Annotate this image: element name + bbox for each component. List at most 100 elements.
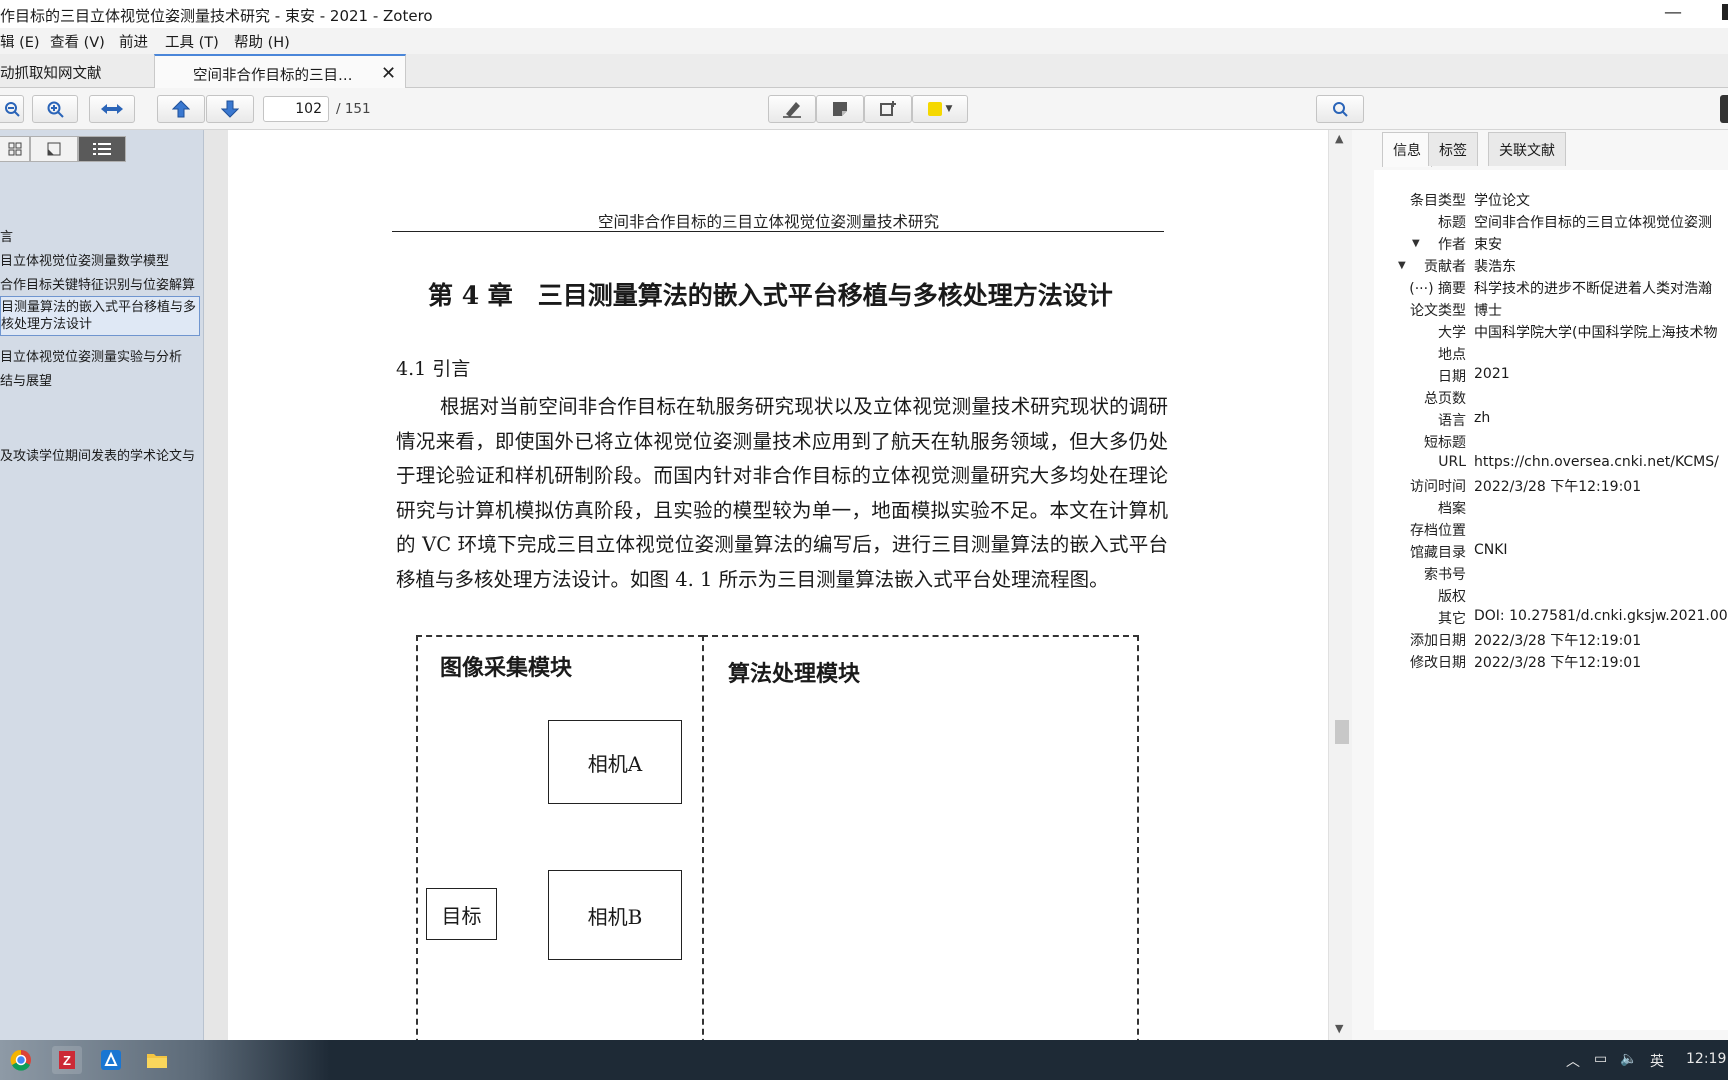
figure-processing-label: 算法处理模块 [728, 662, 861, 687]
zoom-out-icon [4, 102, 20, 117]
zoom-out-button[interactable] [0, 95, 24, 123]
annotations-view-button[interactable] [30, 136, 78, 162]
field-row: 其它 DOI: 10.27581/d.cnki.gksjw.2021.00 [1438, 608, 1728, 627]
field-row: 地点 [1438, 347, 1466, 363]
title-bar: 作目标的三目立体视觉位姿测量技术研究 - 束安 - 2021 - Zotero … [0, 0, 1728, 28]
field-row: 日期 2021 [1438, 366, 1510, 385]
pdf-page: 空间非合作目标的三目立体视觉位姿测量技术研究 第 4 章 三目测量算法的嵌入式平… [228, 130, 1328, 1040]
field-row: 版权 [1438, 589, 1466, 605]
outline-item[interactable]: 言 [0, 226, 13, 245]
item-info-pane: 信息 标签 关联文献 条目类型 学位论文 标题 空间非合作目标的三目立体视觉位姿测 … [1352, 130, 1728, 1040]
window-title: 作目标的三目立体视觉位姿测量技术研究 - 束安 - 2021 - Zotero [0, 7, 433, 25]
outline-view-button[interactable] [78, 136, 126, 162]
tab-reader-label: 空间非合作目标的三目… [193, 68, 353, 84]
chapter-title: 第 4 章 三目测量算法的嵌入式平台移植与多核处理方法设计 [428, 281, 1113, 310]
expand-triangle-icon[interactable]: ▼ [1412, 238, 1420, 249]
figure-module-left-frame [416, 635, 704, 1040]
field-row: ▼ 贡献者 裴浩东 [1398, 259, 1516, 275]
app-icon-blue[interactable] [96, 1046, 126, 1074]
next-page-button[interactable] [206, 95, 254, 123]
page-total: / 151 [336, 101, 371, 117]
tab-tags[interactable]: 标签 [1428, 132, 1478, 166]
tab-reader[interactable]: 空间非合作目标的三目… ✕ [154, 54, 406, 89]
arrow-down-icon [221, 100, 239, 118]
zoom-in-button[interactable] [32, 95, 78, 123]
chrome-app-icon[interactable] [6, 1046, 36, 1074]
arrow-up-icon [172, 100, 190, 118]
reader-sidebar: 言 目立体视觉位姿测量数学模型 合作目标关键特征识别与位姿解算 目测量算法的嵌入… [0, 130, 204, 1040]
os-taskbar: Z ︿ ▭ 🔈 英 12:19 [0, 1040, 1728, 1080]
tab-bar: 动抓取知网文献 空间非合作目标的三目… ✕ [0, 54, 1728, 89]
figure-target-box: 目标 [426, 888, 497, 940]
tab-related[interactable]: 关联文献 [1488, 132, 1566, 166]
color-swatch-icon [927, 102, 942, 116]
field-row: 总页数 [1424, 391, 1466, 407]
close-tab-icon[interactable]: ✕ [381, 63, 396, 84]
maximize-button[interactable] [1722, 4, 1728, 20]
tab-info[interactable]: 信息 [1382, 132, 1432, 167]
outline-item[interactable]: 目立体视觉位姿测量实验与分析 [0, 346, 182, 365]
expand-triangle-icon[interactable]: ▼ [1398, 260, 1406, 271]
thumbnails-view-button[interactable] [0, 136, 30, 162]
chrome-icon [10, 1049, 31, 1071]
clock[interactable]: 12:19 [1686, 1051, 1726, 1067]
body-paragraph: 根据对当前空间非合作目标在轨服务研究现状以及立体视觉测量技术研究现状的调研情况来… [396, 395, 1168, 591]
field-row: 论文类型 博士 [1410, 303, 1502, 319]
previous-page-button[interactable] [157, 95, 205, 123]
outline-item[interactable]: 及攻读学位期间发表的学术论文与 [0, 445, 195, 464]
document-viewer[interactable]: 空间非合作目标的三目立体视觉位姿测量技术研究 第 4 章 三目测量算法的嵌入式平… [204, 130, 1352, 1040]
area-tool-button[interactable] [864, 95, 912, 123]
toggle-pane-button[interactable] [1720, 95, 1728, 123]
volume-icon[interactable]: 🔈 [1620, 1051, 1637, 1067]
header-rule [392, 231, 1164, 232]
network-icon[interactable]: ▭ [1594, 1051, 1607, 1067]
tab-library-label: 动抓取知网文献 [0, 66, 102, 82]
info-fields: 条目类型 学位论文 标题 空间非合作目标的三目立体视觉位姿测 ▼ 作者 束安 ▼ 贡献者裴… [1374, 170, 1728, 1030]
tab-library[interactable]: 动抓取知网文献 [0, 54, 154, 88]
field-row: 档案 [1438, 501, 1466, 517]
highlight-tool-button[interactable] [768, 95, 816, 123]
tray-chevron-up-icon[interactable]: ︿ [1566, 1051, 1580, 1071]
menu-edit[interactable]: 辑 (E) [0, 31, 40, 52]
file-explorer-app-icon[interactable] [142, 1046, 172, 1074]
sidebar-view-switcher [0, 136, 128, 162]
ime-indicator[interactable]: 英 [1650, 1051, 1664, 1071]
menu-view[interactable]: 查看 (V) [50, 31, 105, 52]
field-row: 语言 zh [1438, 410, 1491, 429]
menu-bar: 辑 (E) 查看 (V) 前进 工具 (T) 帮助 (H) [0, 28, 1728, 54]
scroll-up-icon[interactable]: ▲ [1335, 132, 1343, 145]
menu-tools[interactable]: 工具 (T) [165, 31, 219, 52]
field-row: 大学 中国科学院大学(中国科学院上海技术物 [1438, 325, 1718, 341]
field-row: ▼ 作者 束安 [1412, 237, 1502, 253]
field-row: 标题 空间非合作目标的三目立体视觉位姿测 [1438, 215, 1712, 231]
menu-forward[interactable]: 前进 [119, 31, 148, 52]
fit-width-button[interactable] [89, 95, 135, 123]
note-icon [833, 102, 847, 116]
grid-icon [8, 142, 21, 156]
figure-image-capture-label: 图像采集模块 [440, 656, 573, 681]
figure-camera-a-box: 相机A [548, 720, 682, 804]
note-tool-button[interactable] [816, 95, 864, 123]
outline-item[interactable]: 结与展望 [0, 370, 52, 389]
scroll-thumb[interactable] [1335, 720, 1349, 744]
document-scrollbar[interactable]: ▲ ▼ [1328, 130, 1352, 1040]
outline-item[interactable]: 合作目标关键特征识别与位姿解算 [0, 274, 195, 293]
minimize-button[interactable]: — [1664, 2, 1682, 23]
page-number-input[interactable]: 102 [263, 96, 329, 122]
find-button[interactable] [1316, 95, 1364, 123]
color-picker-button[interactable]: ▼ [912, 95, 968, 123]
field-row: 条目类型 学位论文 [1410, 193, 1530, 209]
section-title: 4.1 引言 [396, 358, 471, 380]
field-row: 添加日期 2022/3/28 下午12:19:01 [1410, 633, 1642, 649]
menu-help[interactable]: 帮助 (H) [234, 31, 290, 52]
folder-icon [147, 1054, 167, 1068]
info-tabs: 信息 标签 关联文献 [1382, 132, 1702, 167]
scroll-down-icon[interactable]: ▼ [1335, 1022, 1343, 1035]
chevron-down-icon: ▼ [945, 104, 953, 114]
field-row: 短标题 [1424, 435, 1466, 451]
zotero-app-icon[interactable]: Z [52, 1046, 82, 1074]
fit-width-icon [101, 104, 123, 114]
field-row: 存档位置 [1410, 523, 1466, 539]
outline-item-selected[interactable]: 目测量算法的嵌入式平台移植与多核处理方法设计 [0, 296, 200, 336]
outline-item[interactable]: 目立体视觉位姿测量数学模型 [0, 250, 169, 269]
